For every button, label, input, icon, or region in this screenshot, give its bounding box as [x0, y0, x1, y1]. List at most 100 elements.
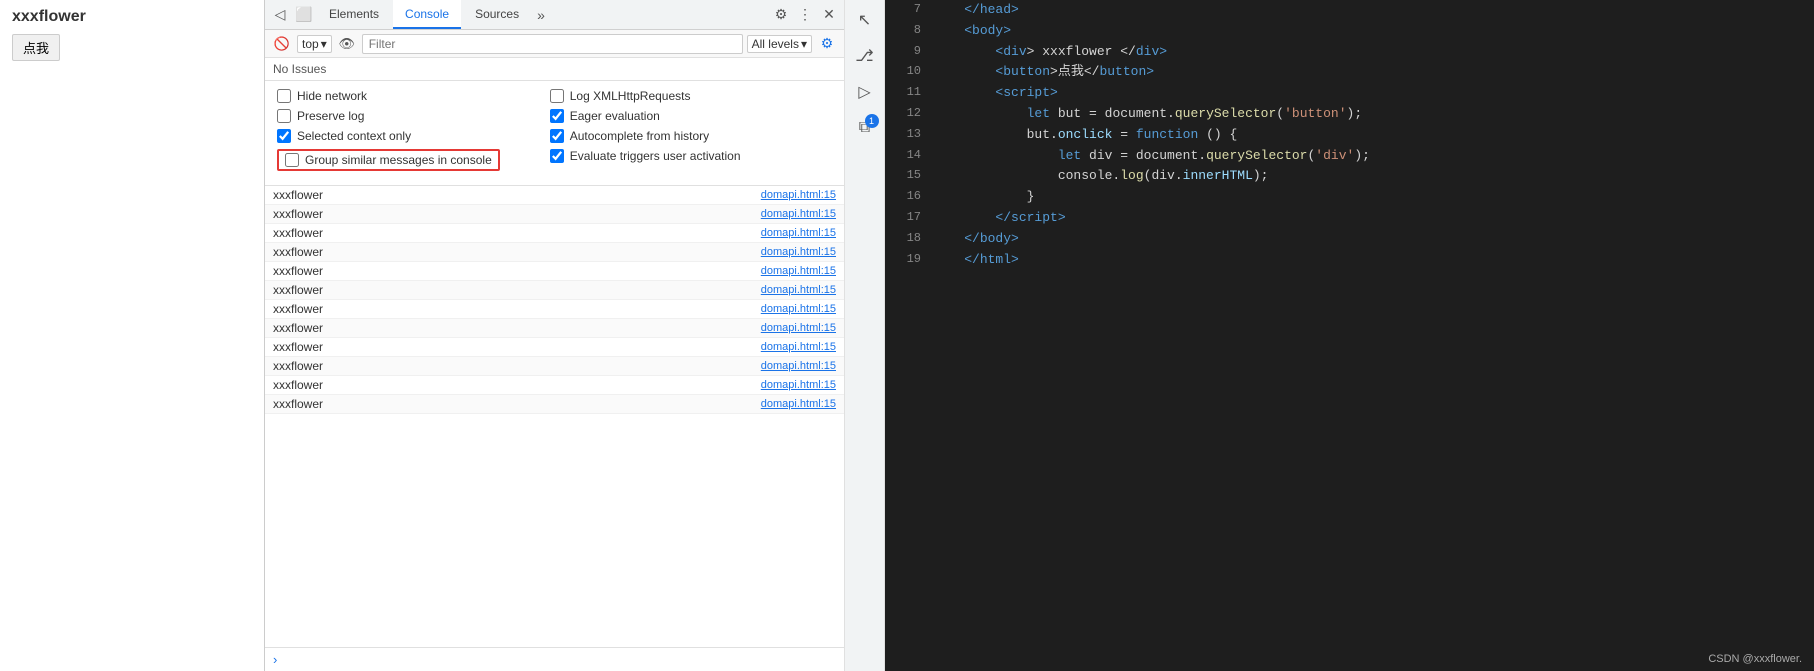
group-similar-item[interactable]: Group similar messages in console — [277, 149, 500, 171]
code-token: onclick — [1058, 127, 1113, 142]
tab-sources[interactable]: Sources — [463, 0, 531, 29]
log-link[interactable]: domapi.html:15 — [761, 379, 836, 391]
log-link[interactable]: domapi.html:15 — [761, 246, 836, 258]
code-line: 12 let but = document.querySelector('but… — [885, 104, 1814, 125]
hide-network-checkbox[interactable] — [277, 89, 291, 103]
log-xmlhttp-item[interactable]: Log XMLHttpRequests — [550, 89, 741, 103]
tab-elements[interactable]: Elements — [317, 0, 391, 29]
code-token: 'button' — [1284, 106, 1346, 121]
code-token: } — [933, 189, 1034, 204]
evaluate-triggers-item[interactable]: Evaluate triggers user activation — [550, 149, 741, 163]
component-icon[interactable]: ⧉1 — [849, 112, 881, 144]
autocomplete-checkbox[interactable] — [550, 129, 564, 143]
code-line: 7 </head> — [885, 0, 1814, 21]
eager-eval-checkbox[interactable] — [550, 109, 564, 123]
log-link[interactable]: domapi.html:15 — [761, 303, 836, 315]
log-xmlhttp-checkbox[interactable] — [550, 89, 564, 103]
selected-context-checkbox[interactable] — [277, 129, 291, 143]
log-row: xxxflower domapi.html:15 — [265, 319, 844, 338]
console-settings-icon[interactable]: ⚙ — [816, 33, 838, 55]
code-token: function — [1136, 127, 1198, 142]
preserve-log-item[interactable]: Preserve log — [277, 109, 500, 123]
code-token: div — [1136, 44, 1159, 59]
log-link[interactable]: domapi.html:15 — [761, 227, 836, 239]
back-icon[interactable]: ◁ — [269, 4, 291, 26]
log-link[interactable]: domapi.html:15 — [761, 398, 836, 410]
click-button[interactable]: 点我 — [12, 34, 60, 61]
log-row: xxxflower domapi.html:15 — [265, 205, 844, 224]
log-link[interactable]: domapi.html:15 — [761, 322, 836, 334]
code-line: 15 console.log(div.innerHTML); — [885, 166, 1814, 187]
code-token: () { — [1198, 127, 1237, 142]
console-log-area[interactable]: xxxflower domapi.html:15 xxxflower domapi.h… — [265, 186, 844, 647]
log-row: xxxflower domapi.html:15 — [265, 395, 844, 414]
levels-selector[interactable]: All levels ▾ — [747, 35, 812, 53]
line-number: 15 — [893, 166, 921, 185]
devtools-panel: ◁ ⬜ Elements Console Sources » ⚙ ⋮ ✕ 🚫 t… — [265, 0, 845, 671]
line-number: 9 — [893, 42, 921, 61]
eye-button[interactable]: 👁 — [336, 33, 358, 55]
clear-console-button[interactable]: 🚫 — [271, 33, 293, 55]
selected-context-item[interactable]: Selected context only — [277, 129, 500, 143]
evaluate-triggers-checkbox[interactable] — [550, 149, 564, 163]
line-number: 16 — [893, 187, 921, 206]
debug-icon[interactable]: ▷ — [849, 76, 881, 108]
device-icon[interactable]: ⬜ — [293, 4, 315, 26]
code-token: button — [1003, 64, 1050, 79]
git-icon[interactable]: ⎇ — [849, 40, 881, 72]
log-link[interactable]: domapi.html:15 — [761, 189, 836, 201]
line-number: 10 — [893, 62, 921, 81]
autocomplete-label: Autocomplete from history — [570, 129, 709, 143]
log-text: xxxflower — [273, 321, 323, 335]
no-issues-text: No Issues — [273, 62, 326, 76]
line-number: 7 — [893, 0, 921, 19]
devtools-settings-icon[interactable]: ⚙ — [770, 4, 792, 26]
tab-console[interactable]: Console — [393, 0, 461, 29]
console-input-row: › — [265, 647, 844, 671]
log-text: xxxflower — [273, 359, 323, 373]
log-text: xxxflower — [273, 302, 323, 316]
log-link[interactable]: domapi.html:15 — [761, 341, 836, 353]
code-token: 'div' — [1315, 148, 1354, 163]
group-similar-checkbox[interactable] — [285, 153, 299, 167]
devtools-close-icon[interactable]: ✕ — [818, 4, 840, 26]
eager-eval-item[interactable]: Eager evaluation — [550, 109, 741, 123]
preserve-log-checkbox[interactable] — [277, 109, 291, 123]
code-token: = — [1112, 127, 1135, 142]
code-token: querySelector — [1206, 148, 1307, 163]
hide-network-item[interactable]: Hide network — [277, 89, 500, 103]
log-row: xxxflowerdomapi.html:15 — [265, 243, 844, 262]
log-text: xxxflower — [273, 264, 323, 278]
code-token: body — [980, 231, 1011, 246]
log-row: xxxflower domapi.html:15 — [265, 262, 844, 281]
autocomplete-item[interactable]: Autocomplete from history — [550, 129, 741, 143]
log-link[interactable]: domapi.html:15 — [761, 208, 836, 220]
log-text: xxxflower — [273, 207, 323, 221]
context-label: top — [302, 37, 319, 51]
group-similar-label: Group similar messages in console — [305, 153, 492, 167]
sidebar-icons-panel: ↖ ⎇ ▷ ⧉1 — [845, 0, 885, 671]
line-content: console.log(div.innerHTML); — [933, 166, 1268, 187]
log-text: xxxflower — [273, 397, 323, 411]
code-token: > xxxflower </ — [1027, 44, 1136, 59]
context-selector[interactable]: top ▾ — [297, 35, 332, 53]
code-token: button — [1099, 64, 1146, 79]
more-tabs-icon[interactable]: » — [533, 7, 549, 23]
code-line: 10 <button>点我</button> — [885, 62, 1814, 83]
cursor-icon[interactable]: ↖ — [849, 4, 881, 36]
console-prompt-icon[interactable]: › — [273, 652, 277, 667]
console-toolbar: 🚫 top ▾ 👁 All levels ▾ ⚙ — [265, 30, 844, 58]
log-link[interactable]: domapi.html:15 — [761, 284, 836, 296]
badge: 1 — [865, 114, 879, 128]
code-line: 9 <div> xxxflower </div> — [885, 42, 1814, 63]
devtools-more-icon[interactable]: ⋮ — [794, 4, 816, 26]
filter-input[interactable] — [362, 34, 743, 54]
code-token — [933, 106, 1027, 121]
log-link[interactable]: domapi.html:15 — [761, 360, 836, 372]
code-token: ); — [1354, 148, 1370, 163]
code-token: < — [933, 44, 1003, 59]
code-line: 17 </script> — [885, 208, 1814, 229]
selected-context-label: Selected context only — [297, 129, 411, 143]
code-token: console. — [933, 168, 1120, 183]
log-link[interactable]: domapi.html:15 — [761, 265, 836, 277]
